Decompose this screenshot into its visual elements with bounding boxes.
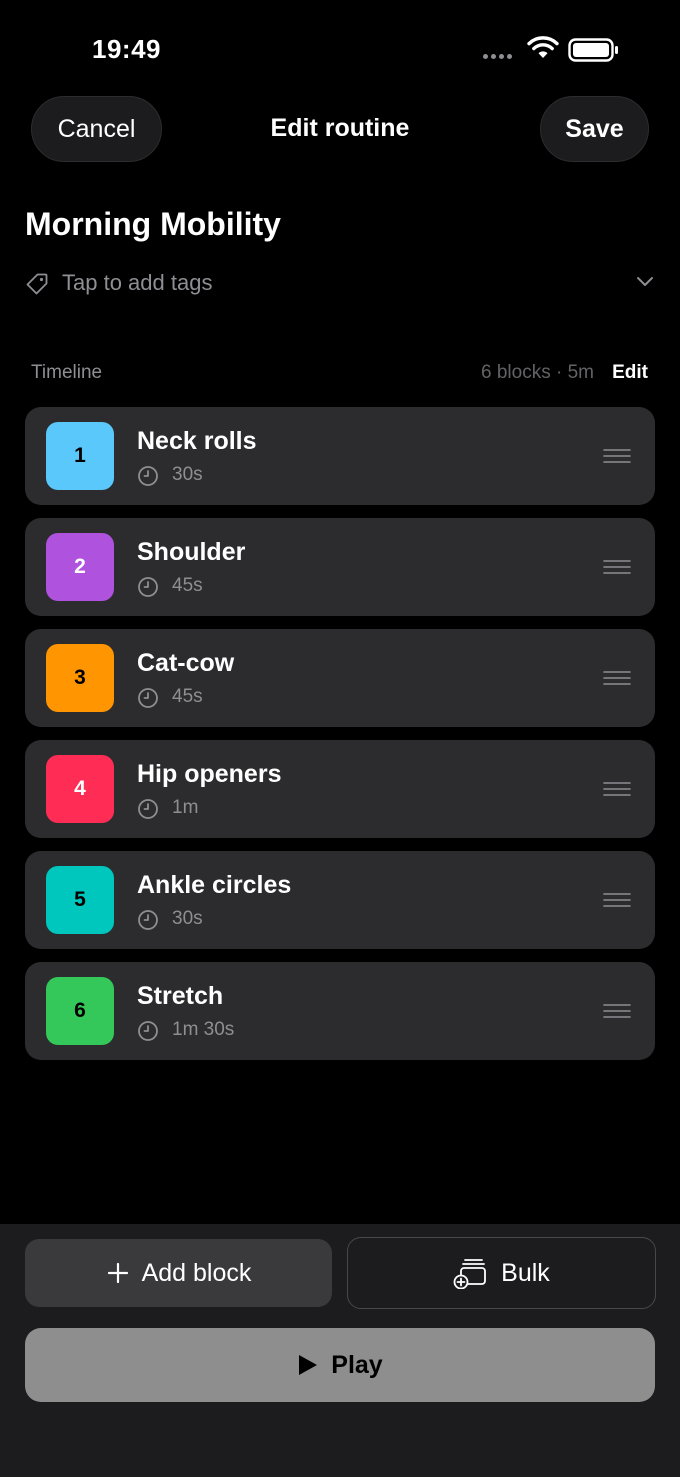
block-duration: 1m 30s (172, 1019, 235, 1040)
tags-placeholder: Tap to add tags (62, 270, 213, 295)
chevron-down-icon[interactable] (635, 274, 655, 288)
battery-icon (568, 38, 618, 62)
clock-icon (138, 688, 158, 708)
drag-handle-icon[interactable] (603, 892, 631, 908)
cellular-signal-icon (483, 54, 512, 59)
block-duration: 1m (172, 797, 199, 818)
clock-icon (138, 799, 158, 819)
add-block-button[interactable]: Add block (25, 1239, 332, 1307)
timeline-summary: 6 blocks · 5m (481, 362, 594, 383)
routine-title[interactable]: Morning Mobility (25, 206, 281, 243)
block-name: Stretch (137, 982, 224, 1010)
block-duration: 30s (172, 464, 203, 485)
plus-icon (107, 1262, 128, 1284)
block-name: Shoulder (137, 538, 246, 566)
bulk-add-button[interactable]: Bulk (347, 1237, 656, 1309)
timeline-block[interactable]: 4 Hip openers 1m (25, 740, 655, 838)
timeline-block[interactable]: 2 Shoulder 45s (25, 518, 655, 616)
clock-icon (138, 466, 158, 486)
block-number-badge: 2 (46, 533, 114, 601)
save-button[interactable]: Save (540, 96, 649, 162)
block-name: Ankle circles (137, 871, 292, 899)
block-duration: 45s (172, 575, 203, 596)
block-name: Hip openers (137, 760, 282, 788)
block-number-badge: 5 (46, 866, 114, 934)
add-block-label: Add block (141, 1258, 252, 1287)
play-icon (299, 1355, 318, 1375)
timeline-label: Timeline (31, 362, 103, 383)
block-number-badge: 4 (46, 755, 114, 823)
tag-icon (26, 273, 48, 295)
timeline-edit-button[interactable]: Edit (612, 362, 648, 384)
block-duration: 45s (172, 686, 203, 707)
play-label: Play (331, 1350, 383, 1379)
status-time: 19:49 (92, 34, 161, 64)
wifi-icon (527, 36, 559, 58)
drag-handle-icon[interactable] (603, 670, 631, 686)
block-number-badge: 6 (46, 977, 114, 1045)
drag-handle-icon[interactable] (603, 559, 631, 575)
drag-handle-icon[interactable] (603, 1003, 631, 1019)
block-name: Cat-cow (137, 649, 235, 677)
drag-handle-icon[interactable] (603, 781, 631, 797)
clock-icon (138, 910, 158, 930)
play-button[interactable]: Play (25, 1328, 655, 1402)
tags-row[interactable]: Tap to add tags (25, 268, 655, 300)
block-number-badge: 1 (46, 422, 114, 490)
timeline-block-list: 1 Neck rolls 30s 2 Shoulder 45s 3 Cat-cow 45s 4 Hi… (25, 407, 655, 1073)
clock-icon (138, 577, 158, 597)
bulk-add-icon (453, 1259, 487, 1289)
timeline-block[interactable]: 1 Neck rolls 30s (25, 407, 655, 505)
block-duration: 30s (172, 908, 203, 929)
drag-handle-icon[interactable] (603, 448, 631, 464)
timeline-block[interactable]: 5 Ankle circles 30s (25, 851, 655, 949)
block-number-badge: 3 (46, 644, 114, 712)
timeline-block[interactable]: 3 Cat-cow 45s (25, 629, 655, 727)
block-name: Neck rolls (137, 427, 257, 455)
clock-icon (138, 1021, 158, 1041)
bulk-label: Bulk (501, 1258, 550, 1287)
timeline-block[interactable]: 6 Stretch 1m 30s (25, 962, 655, 1060)
edit-routine-screen: 19:49 Cancel Edit routine Save Morning M… (0, 0, 680, 1477)
